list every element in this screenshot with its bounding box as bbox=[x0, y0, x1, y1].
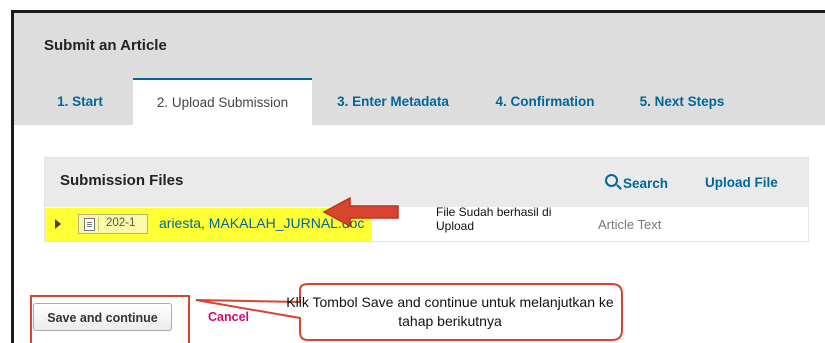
callout-bubble bbox=[195, 283, 623, 341]
callout-text: Klik Tombol Save and continue untuk mela… bbox=[286, 294, 614, 329]
